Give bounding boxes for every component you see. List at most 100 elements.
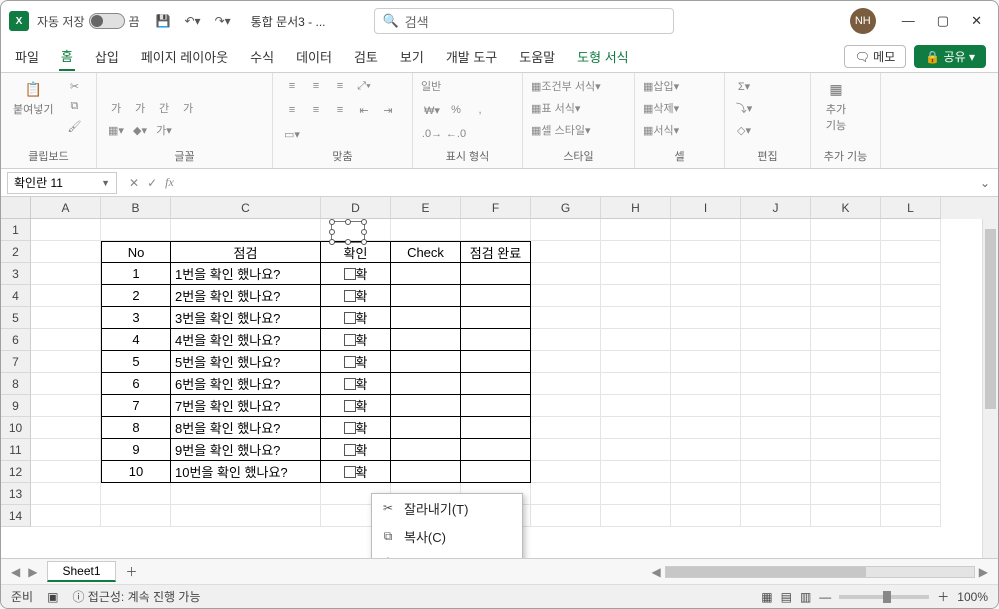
cell[interactable] xyxy=(601,285,671,307)
cell[interactable] xyxy=(741,351,811,373)
cell[interactable] xyxy=(601,439,671,461)
hscroll-left-icon[interactable]: ◀ xyxy=(652,565,661,579)
cell[interactable]: 7 xyxy=(101,395,171,417)
view-page-icon[interactable]: ▤ xyxy=(781,590,792,604)
cell[interactable] xyxy=(671,461,741,483)
table-format-button[interactable]: ▦ 표 서식▾ xyxy=(531,99,631,117)
close-icon[interactable]: ✕ xyxy=(971,13,982,29)
cell[interactable] xyxy=(741,483,811,505)
selection-handles[interactable] xyxy=(331,221,365,243)
cut-icon[interactable]: ✂ xyxy=(63,77,85,95)
cell[interactable] xyxy=(741,395,811,417)
scrollbar-thumb[interactable] xyxy=(985,229,996,409)
cell[interactable] xyxy=(741,439,811,461)
col-header-I[interactable]: I xyxy=(671,197,741,219)
cell[interactable] xyxy=(31,505,101,527)
cell[interactable] xyxy=(531,461,601,483)
cell[interactable] xyxy=(811,263,881,285)
sheet-nav-prev-icon[interactable]: ◀ xyxy=(11,565,20,579)
paste-button[interactable]: 📋붙여넣기 xyxy=(9,77,57,119)
zoom-out-icon[interactable]: — xyxy=(819,590,831,604)
checkbox-control[interactable] xyxy=(344,268,356,280)
cell[interactable] xyxy=(531,219,601,241)
cell[interactable]: 1번을 확인 했나요? xyxy=(171,263,321,285)
row-header[interactable]: 11 xyxy=(1,439,31,461)
autosave-toggle[interactable]: 자동 저장 끔 xyxy=(37,13,140,30)
cell[interactable] xyxy=(461,285,531,307)
cell[interactable] xyxy=(101,483,171,505)
cell[interactable] xyxy=(671,483,741,505)
tab-layout[interactable]: 페이지 레이아웃 xyxy=(139,43,230,70)
row-header[interactable]: 9 xyxy=(1,395,31,417)
cell[interactable] xyxy=(811,351,881,373)
cell[interactable] xyxy=(601,351,671,373)
tab-shape-format[interactable]: 도형 서식 xyxy=(575,43,630,70)
cell[interactable] xyxy=(531,307,601,329)
checkbox-control[interactable] xyxy=(344,400,356,412)
col-header-K[interactable]: K xyxy=(811,197,881,219)
col-header-C[interactable]: C xyxy=(171,197,321,219)
cell[interactable] xyxy=(881,329,941,351)
cell[interactable] xyxy=(461,461,531,483)
ctx-paste[interactable]: 📋붙여넣기(P) xyxy=(372,550,522,558)
cell[interactable] xyxy=(601,483,671,505)
cell[interactable] xyxy=(531,417,601,439)
cell[interactable] xyxy=(671,439,741,461)
cell[interactable]: 확 xyxy=(321,417,391,439)
checkbox-control[interactable] xyxy=(344,334,356,346)
cell[interactable] xyxy=(671,241,741,263)
cell[interactable]: 7번을 확인 했나요? xyxy=(171,395,321,417)
cell[interactable] xyxy=(171,483,321,505)
cell[interactable] xyxy=(741,263,811,285)
cell[interactable]: 확 xyxy=(321,285,391,307)
cond-format-button[interactable]: ▦ 조건부 서식▾ xyxy=(531,77,631,95)
indent-inc-icon[interactable]: ⇥ xyxy=(377,101,399,119)
cell[interactable] xyxy=(461,307,531,329)
col-header-G[interactable]: G xyxy=(531,197,601,219)
cell[interactable]: 6번을 확인 했나요? xyxy=(171,373,321,395)
select-all-corner[interactable] xyxy=(1,197,31,219)
cell[interactable] xyxy=(171,505,321,527)
insert-cells-button[interactable]: ▦ 삽입▾ xyxy=(643,77,723,95)
cell[interactable]: 4 xyxy=(101,329,171,351)
cell[interactable] xyxy=(171,219,321,241)
cell[interactable] xyxy=(391,285,461,307)
cell[interactable] xyxy=(461,263,531,285)
cell[interactable] xyxy=(391,219,461,241)
zoom-in-icon[interactable]: ＋ xyxy=(937,588,949,605)
cell[interactable]: 5번을 확인 했나요? xyxy=(171,351,321,373)
cell[interactable] xyxy=(881,219,941,241)
col-header-B[interactable]: B xyxy=(101,197,171,219)
border-button[interactable]: ▦▾ xyxy=(105,121,127,139)
cell[interactable] xyxy=(741,505,811,527)
checkbox-control[interactable] xyxy=(344,422,356,434)
cell[interactable] xyxy=(671,417,741,439)
cell[interactable] xyxy=(881,351,941,373)
cell[interactable] xyxy=(881,263,941,285)
font-color-button[interactable]: 가▾ xyxy=(153,121,175,139)
font-size[interactable] xyxy=(217,77,261,95)
hscroll-right-icon[interactable]: ▶ xyxy=(979,565,988,579)
cell[interactable]: 확 xyxy=(321,329,391,351)
cell[interactable] xyxy=(31,329,101,351)
cell[interactable] xyxy=(531,351,601,373)
font-family[interactable] xyxy=(105,77,215,95)
checkbox-control[interactable] xyxy=(344,444,356,456)
row-header[interactable]: 6 xyxy=(1,329,31,351)
cell[interactable] xyxy=(881,307,941,329)
tab-formula[interactable]: 수식 xyxy=(248,43,276,70)
cell[interactable] xyxy=(391,307,461,329)
cell[interactable] xyxy=(461,329,531,351)
cell[interactable] xyxy=(881,505,941,527)
cell-style-button[interactable]: ▦ 셀 스타일▾ xyxy=(531,121,631,139)
tab-review[interactable]: 검토 xyxy=(352,43,380,70)
cell[interactable] xyxy=(811,307,881,329)
cell[interactable] xyxy=(741,219,811,241)
fx-icon[interactable]: fx xyxy=(165,175,174,190)
tab-insert[interactable]: 삽입 xyxy=(93,43,121,70)
cell[interactable]: 6 xyxy=(101,373,171,395)
underline-button[interactable]: 간 xyxy=(153,99,175,117)
cell[interactable]: 4번을 확인 했나요? xyxy=(171,329,321,351)
cell[interactable]: 확 xyxy=(321,395,391,417)
cell[interactable] xyxy=(461,373,531,395)
